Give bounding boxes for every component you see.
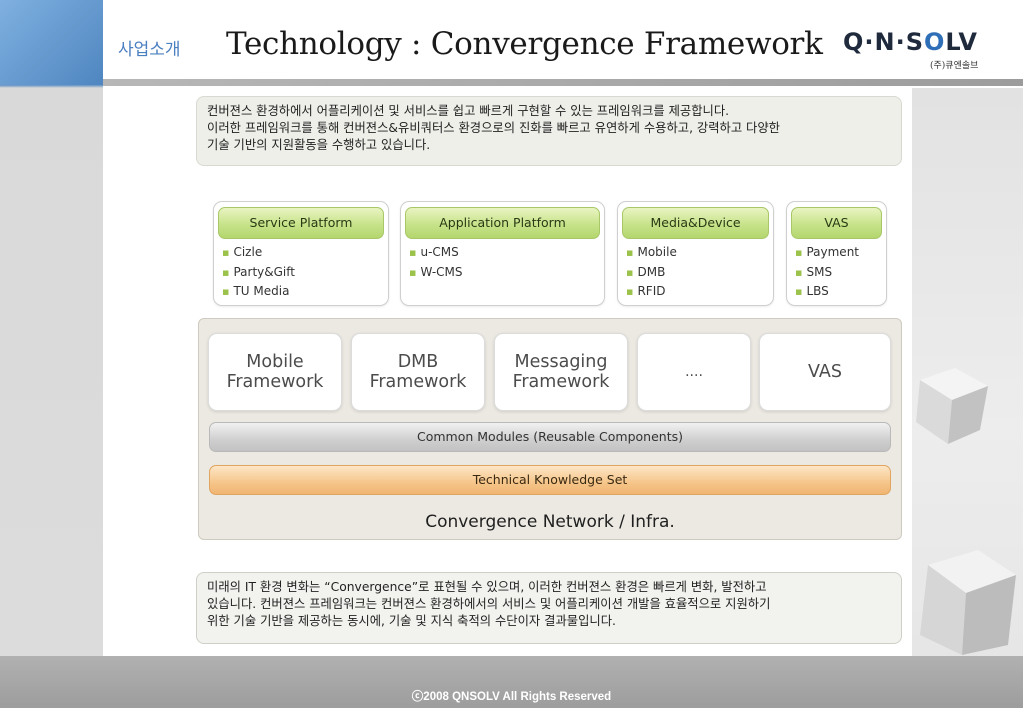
convergence-framework-diagram: Mobile Framework DMB Framework Messaging Fr… bbox=[198, 318, 902, 540]
decor-cube-icon bbox=[920, 550, 1016, 655]
platform-title: VAS bbox=[791, 207, 882, 239]
common-modules-bar: Common Modules (Reusable Components) bbox=[209, 422, 891, 452]
framework-box-vas: VAS bbox=[759, 333, 891, 411]
platform-title: Application Platform bbox=[405, 207, 600, 239]
intro-description: 컨버젼스 환경하에서 어플리케이션 및 서비스를 쉽고 빠르게 구현할 수 있는… bbox=[196, 96, 902, 166]
framework-box-more: .... bbox=[637, 333, 751, 411]
intro-line: 이러한 프레임워크를 통해 컨버젼스&유비쿼터스 환경으로의 진화를 빠르고 유… bbox=[207, 121, 780, 135]
platform-item: ▪ SMS bbox=[795, 264, 833, 279]
summary-line: 있습니다. 컨버젼스 프레임워크는 컨버젼스 환경하에서의 서비스 및 어플리케… bbox=[207, 597, 771, 611]
framework-box-mobile: Mobile Framework bbox=[208, 333, 342, 411]
company-logo: Q·N·SOLV bbox=[843, 28, 978, 56]
copyright-text: ⓒ2008 QNSOLV All Rights Reserved bbox=[411, 691, 612, 703]
framework-box-dmb: DMB Framework bbox=[351, 333, 485, 411]
platform-item: ▪ W-CMS bbox=[409, 264, 463, 279]
summary-line: 미래의 IT 환경 변화는 “Convergence”로 표현될 수 있으며, … bbox=[207, 580, 767, 594]
platform-item: ▪ LBS bbox=[795, 284, 829, 298]
platform-card-application: Application Platform ▪ u-CMS ▪ W-CMS bbox=[400, 201, 605, 306]
platform-item: ▪ TU Media bbox=[222, 284, 290, 298]
platform-item: ▪ Cizle bbox=[222, 245, 263, 259]
summary-line: 위한 기술 기반을 제공하는 동시에, 기술 및 지식 축적의 수단이자 결과물… bbox=[207, 614, 616, 628]
left-blue-block bbox=[0, 0, 103, 85]
platform-card-service: Service Platform ▪ Cizle ▪ Party&Gift ▪ TU … bbox=[213, 201, 389, 306]
intro-line: 컨버젼스 환경하에서 어플리케이션 및 서비스를 쉽고 빠르게 구현할 수 있는… bbox=[207, 104, 730, 118]
page-title: Technology : Convergence Framework bbox=[226, 26, 823, 62]
platform-card-vas: VAS ▪ Payment ▪ SMS ▪ LBS bbox=[786, 201, 887, 306]
platform-item: ▪ DMB bbox=[626, 264, 666, 279]
section-label: 사업소개 bbox=[118, 40, 181, 60]
left-decor-strip bbox=[0, 0, 103, 656]
platform-item: ▪ Party&Gift bbox=[222, 264, 295, 279]
platform-item: ▪ u-CMS bbox=[409, 245, 459, 259]
platform-item: ▪ Payment bbox=[795, 245, 860, 259]
platform-title: Service Platform bbox=[218, 207, 384, 239]
network-label: Convergence Network / Infra. bbox=[425, 512, 675, 532]
technical-knowledge-bar: Technical Knowledge Set bbox=[209, 465, 891, 495]
logo-subtitle: (주)큐엔솔브 bbox=[930, 61, 979, 71]
platform-item: ▪ Mobile bbox=[626, 245, 677, 259]
platform-item: ▪ RFID bbox=[626, 284, 666, 298]
decor-cube-icon bbox=[916, 368, 988, 444]
platform-card-media: Media&Device ▪ Mobile ▪ DMB ▪ RFID bbox=[617, 201, 774, 306]
summary-description: 미래의 IT 환경 변화는 “Convergence”로 표현될 수 있으며, … bbox=[196, 572, 902, 644]
header-divider bbox=[103, 79, 1023, 86]
framework-box-messaging: Messaging Framework bbox=[494, 333, 628, 411]
intro-line: 기술 기반의 지원활동을 수행하고 있습니다. bbox=[207, 138, 431, 152]
platform-title: Media&Device bbox=[622, 207, 769, 239]
